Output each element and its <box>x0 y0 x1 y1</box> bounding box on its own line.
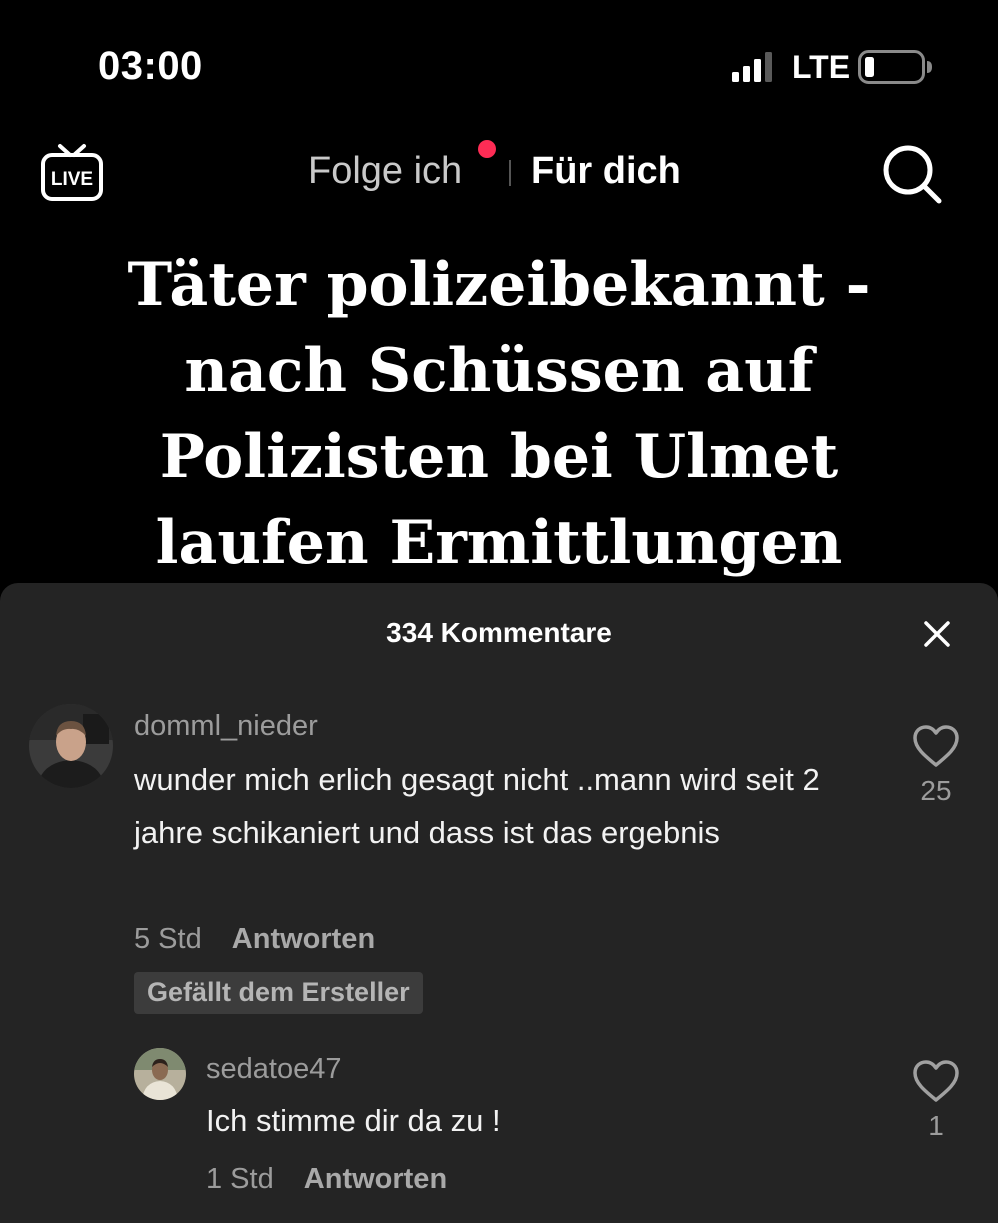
liked-by-creator-badge: Gefällt dem Ersteller <box>134 972 423 1014</box>
battery-icon <box>858 50 932 84</box>
comment-meta: 1 Std Antworten <box>206 1163 447 1196</box>
comment-text: wunder mich erlich gesagt nicht ..mann w… <box>134 762 820 850</box>
heart-icon[interactable] <box>911 723 961 769</box>
live-tv-icon[interactable]: LIVE <box>38 138 106 206</box>
headline-line: laufen Ermittlungen <box>155 508 843 578</box>
headline-line: nach Schüssen auf <box>184 336 814 406</box>
tab-following[interactable]: Folge ich <box>308 150 462 193</box>
comment-username[interactable]: sedatoe47 <box>206 1053 341 1086</box>
like-count: 1 <box>928 1110 944 1141</box>
headline-line: Täter polizeibekannt - <box>127 250 871 320</box>
tab-divider <box>509 160 511 186</box>
video-headline: Täter polizeibekannt - nach Schüssen auf… <box>0 242 998 586</box>
avatar[interactable] <box>134 1048 186 1100</box>
comment-timestamp: 1 Std <box>206 1163 274 1195</box>
live-icon-label: LIVE <box>51 169 93 190</box>
comment-timestamp: 5 Std <box>134 923 202 955</box>
heart-icon[interactable] <box>911 1058 961 1104</box>
signal-strength-icon <box>732 52 772 82</box>
reply-button[interactable]: Antworten <box>232 923 375 955</box>
like-count: 25 <box>920 775 952 806</box>
avatar[interactable] <box>29 704 113 788</box>
tab-for-you[interactable]: Für dich <box>531 150 681 193</box>
comment-meta: 5 Std Antworten <box>134 923 375 956</box>
status-time: 03:00 <box>98 44 203 88</box>
network-type-label: LTE <box>792 49 851 85</box>
headline-line: Polizisten bei Ulmet <box>159 422 839 492</box>
comments-sheet: 334 Kommentare domml_nieder wunder mich … <box>0 583 998 1223</box>
search-icon[interactable] <box>880 142 944 206</box>
top-navigation: LIVE Folge ich Für dich <box>0 130 998 220</box>
comment-username[interactable]: domml_nieder <box>134 710 318 743</box>
status-bar: 03:00 LTE <box>0 0 998 130</box>
comment-item: domml_nieder wunder mich erlich gesagt n… <box>0 583 998 1023</box>
comment-text: Ich stimme dir da zu ! <box>206 1103 501 1138</box>
comment-item: sedatoe47 Ich stimme dir da zu ! 1 Std A… <box>0 1023 998 1223</box>
reply-button[interactable]: Antworten <box>304 1163 447 1195</box>
notification-dot <box>478 140 496 158</box>
